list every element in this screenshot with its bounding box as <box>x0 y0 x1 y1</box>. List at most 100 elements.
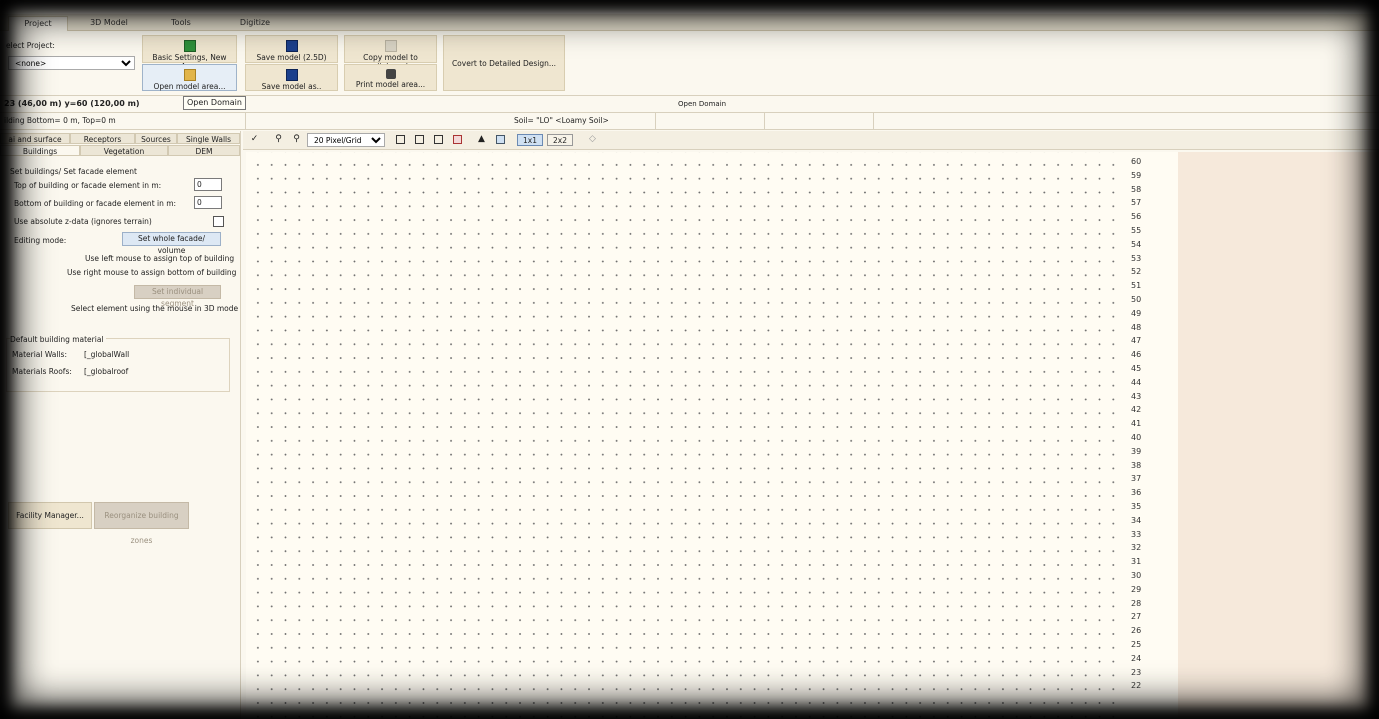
tab-dem[interactable]: DEM <box>168 145 240 156</box>
bottom-height-input[interactable]: 0 <box>194 196 222 209</box>
y-axis-tick-label: 33 <box>1131 529 1142 539</box>
tab-terrain-surface[interactable]: ai and surface <box>0 133 70 144</box>
project-select[interactable]: <none> <box>8 56 135 70</box>
y-axis-tick-label: 42 <box>1131 405 1142 415</box>
tab-buildings[interactable]: Buildings <box>0 145 80 156</box>
model-grid-canvas[interactable] <box>246 152 1122 719</box>
save-model-25d-button[interactable]: Save model (2.5D) <box>245 35 338 63</box>
left-mouse-hint: Use left mouse to assign top of building <box>85 254 235 263</box>
top-height-label: Top of building or facade element in m: <box>14 181 162 190</box>
top-height-input[interactable]: 0 <box>194 178 222 191</box>
right-mouse-hint: Use right mouse to assign bottom of buil… <box>67 268 237 277</box>
y-axis-tick-label: 46 <box>1131 350 1142 360</box>
convert-detailed-design-button[interactable]: Covert to Detailed Design... <box>443 35 565 91</box>
default-material-group <box>6 338 230 392</box>
zoom-in-icon[interactable]: ⚲ <box>273 134 284 145</box>
zoom-out-icon[interactable]: ⚲ <box>291 134 302 145</box>
y-axis-tick-label: 48 <box>1131 322 1142 332</box>
tab-digitize[interactable]: Digitize <box>226 16 284 30</box>
set-whole-facade-button[interactable]: Set whole facade/ volume <box>122 232 221 255</box>
building-height-status: ilding Bottom= 0 m, Top=0 m <box>4 116 116 125</box>
tab-vegetation[interactable]: Vegetation <box>80 145 168 156</box>
y-axis-tick-label: 28 <box>1131 598 1142 608</box>
y-axis-tick-label: 25 <box>1131 640 1142 649</box>
convert-detailed-label: Covert to Detailed Design... <box>451 59 557 68</box>
select-square-icon[interactable] <box>415 135 424 144</box>
canvas-background-area <box>1178 152 1379 719</box>
cursor-coordinates: 23 (46,00 m) y=60 (120,00 m) <box>4 99 140 108</box>
y-axis-tick-label: 58 <box>1131 184 1142 194</box>
section-title: Set buildings/ Set facade element <box>10 167 137 176</box>
print-model-button[interactable]: Print model area... <box>344 64 437 91</box>
y-axis-tick-label: 56 <box>1131 212 1142 222</box>
y-axis-tick-label: 39 <box>1131 446 1142 456</box>
reorganize-zones-button[interactable]: Reorganize building zones <box>94 502 189 545</box>
y-axis-tick-label: 38 <box>1131 460 1142 470</box>
status-cell-empty-2 <box>765 113 874 129</box>
y-axis-tick-label: 37 <box>1131 474 1142 484</box>
building-status-cell: ilding Bottom= 0 m, Top=0 m <box>0 113 246 129</box>
copy-model-button[interactable]: Copy model to clipboard <box>344 35 437 71</box>
select-frame-icon[interactable] <box>434 135 443 144</box>
y-axis-tick-label: 31 <box>1131 557 1142 567</box>
y-axis-tick-label: 40 <box>1131 433 1142 442</box>
eraser-icon[interactable]: ◇ <box>587 134 598 145</box>
tab-project[interactable]: Project <box>8 16 68 31</box>
default-material-title: Default building material <box>10 335 106 344</box>
save-model-as-label: Save model as.. <box>261 82 322 91</box>
set-individual-segment-button[interactable]: Set individual segment <box>134 285 221 308</box>
material-walls-value[interactable]: [_globalWall <box>84 350 129 359</box>
y-axis-tick-label: 27 <box>1131 612 1142 622</box>
tab-tools[interactable]: Tools <box>152 16 210 30</box>
delete-area-icon[interactable] <box>453 135 462 144</box>
y-axis-tick-label: 47 <box>1131 336 1142 346</box>
grid-toggle-icon[interactable] <box>496 135 505 144</box>
soil-status-cell: Soil= "LO" <Loamy Soil> <box>246 113 656 129</box>
status-cell-empty-1 <box>656 113 765 129</box>
tooltip: Open Domain <box>183 96 246 110</box>
print-model-label: Print model area... <box>355 80 426 89</box>
bottom-height-label: Bottom of building or facade element in … <box>14 199 177 208</box>
y-axis-tick-label: 52 <box>1131 267 1142 277</box>
y-axis-tick-label: 44 <box>1131 377 1142 387</box>
y-axis-tick-label: 41 <box>1131 419 1142 429</box>
y-axis-tick-label: 50 <box>1131 295 1142 304</box>
building-status-bar: ilding Bottom= 0 m, Top=0 m Soil= "LO" <… <box>0 113 1379 130</box>
pointer-icon[interactable]: ✓ <box>249 134 260 145</box>
soil-status: Soil= "LO" <Loamy Soil> <box>514 116 609 125</box>
absolute-z-label: Use absolute z-data (ignores terrain) <box>14 217 152 226</box>
tab-3d-model[interactable]: 3D Model <box>80 16 138 30</box>
zoom-level-select[interactable]: 20 Pixel/Grid <box>307 133 385 147</box>
y-axis-tick-label: 29 <box>1131 584 1142 594</box>
y-axis-tick-label: 49 <box>1131 308 1142 318</box>
material-roofs-value[interactable]: [_globalroof <box>84 367 128 376</box>
tab-receptors[interactable]: Receptors <box>70 133 135 144</box>
layout-2x2-button[interactable]: 2x2 <box>547 134 573 146</box>
select-rect-icon[interactable] <box>396 135 405 144</box>
basic-settings-button[interactable]: Basic Settings, New Area <box>142 35 237 71</box>
y-axis-tick-label: 30 <box>1131 571 1142 580</box>
save-icon <box>285 40 298 52</box>
y-axis-tick-label: 22 <box>1131 681 1142 691</box>
layout-1x1-button[interactable]: 1x1 <box>517 134 543 146</box>
open-model-area-button[interactable]: Open model area... <box>142 64 237 91</box>
absolute-z-checkbox[interactable] <box>213 216 224 227</box>
y-axis-tick-label: 60 <box>1131 157 1142 166</box>
open-model-area-label: Open model area... <box>153 82 226 91</box>
pin-icon[interactable]: ▲ <box>476 134 487 145</box>
material-walls-label: Material Walls: <box>12 350 67 359</box>
editor-toolbar: ✓ ⚲ ⚲ 20 Pixel/Grid ▲ 1x1 2x2 ◇ <box>243 131 1379 150</box>
facility-manager-button[interactable]: Facility Manager... <box>8 502 92 529</box>
select-element-hint: Select element using the mouse in 3D mod… <box>71 304 239 313</box>
y-axis-tick-label: 55 <box>1131 226 1142 235</box>
y-axis-tick-label: 23 <box>1131 667 1142 677</box>
domain-status: Open Domain <box>678 100 727 108</box>
tab-single-walls[interactable]: Single Walls <box>177 133 240 144</box>
y-axis-tick-label: 51 <box>1131 281 1142 291</box>
y-axis-tick-label: 24 <box>1131 653 1142 663</box>
save-model-as-button[interactable]: Save model as.. <box>245 64 338 91</box>
left-panel: ai and surface Receptors Sources Single … <box>0 131 241 719</box>
tab-sources[interactable]: Sources <box>135 133 177 144</box>
y-axis-tick-label: 26 <box>1131 626 1142 636</box>
menu-tab-bar: Project 3D Model Tools Digitize <box>0 14 1379 31</box>
